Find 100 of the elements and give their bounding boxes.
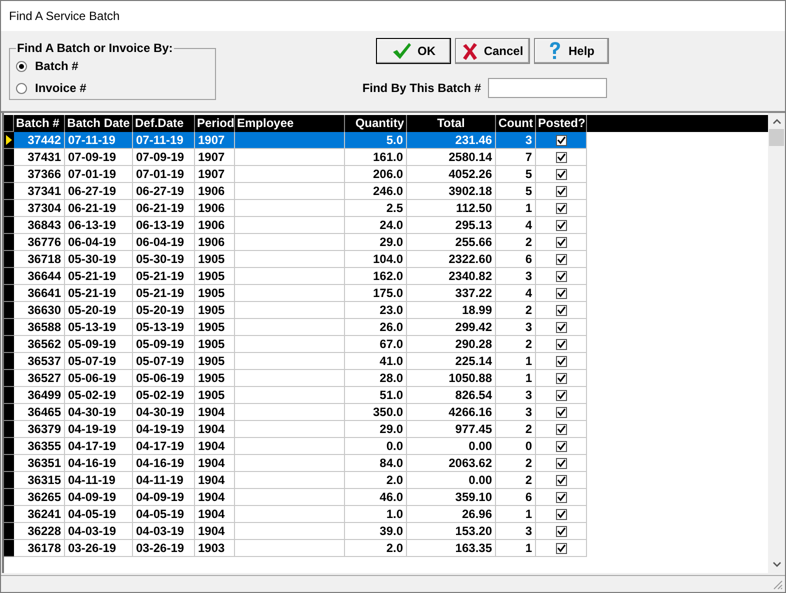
row-selector[interactable] xyxy=(4,353,14,370)
posted-checkbox[interactable] xyxy=(556,322,566,332)
table-cell: 24.0 xyxy=(345,217,407,234)
table-cell: 05-21-19 xyxy=(133,285,195,302)
posted-checkbox[interactable] xyxy=(556,186,566,196)
row-selector[interactable] xyxy=(4,268,14,285)
posted-checkbox[interactable] xyxy=(556,168,566,180)
table-cell: 05-02-19 xyxy=(133,387,195,404)
table-cell: 2.0 xyxy=(345,540,407,557)
posted-checkbox[interactable] xyxy=(556,288,566,298)
row-selector[interactable] xyxy=(4,251,14,268)
cancel-button[interactable]: Cancel xyxy=(455,38,530,64)
radio-option[interactable]: Batch # xyxy=(16,55,209,77)
row-selector[interactable] xyxy=(4,523,14,540)
scroll-down-icon[interactable] xyxy=(772,562,780,567)
row-selector[interactable] xyxy=(4,404,14,421)
table-cell: 2340.82 xyxy=(407,268,496,285)
scrollbar[interactable] xyxy=(768,113,785,573)
table-cell: 1904 xyxy=(195,489,235,506)
row-selector[interactable] xyxy=(4,302,14,319)
posted-checkbox[interactable] xyxy=(556,440,566,452)
row-selector[interactable] xyxy=(4,132,14,149)
row-selector[interactable] xyxy=(4,489,14,506)
row-selector[interactable] xyxy=(4,387,14,404)
row-selector[interactable] xyxy=(4,421,14,438)
row-selector[interactable] xyxy=(4,540,14,557)
radio-option[interactable]: Invoice # xyxy=(16,77,209,99)
radio-button[interactable] xyxy=(16,82,27,94)
row-selector[interactable] xyxy=(4,200,14,217)
row-selector[interactable] xyxy=(4,183,14,200)
ok-button[interactable]: OK xyxy=(376,38,451,64)
posted-checkbox[interactable] xyxy=(556,134,566,146)
row-selector[interactable] xyxy=(4,234,14,251)
radio-button[interactable] xyxy=(16,60,27,72)
posted-checkbox[interactable] xyxy=(556,492,566,502)
row-selector[interactable] xyxy=(4,319,14,336)
row-selector[interactable] xyxy=(4,217,14,234)
table-cell: 2 xyxy=(496,234,536,251)
posted-checkbox[interactable] xyxy=(556,458,566,468)
table-cell: 2580.14 xyxy=(407,149,496,166)
table-cell: 36843 xyxy=(14,217,65,234)
table-cell: 295.13 xyxy=(407,217,496,234)
posted-checkbox[interactable] xyxy=(556,338,566,350)
table-cell: 1905 xyxy=(195,251,235,268)
row-selector[interactable] xyxy=(4,285,14,302)
table-cell: 1 xyxy=(496,200,536,217)
posted-checkbox[interactable] xyxy=(556,304,566,316)
batch-number-field[interactable] xyxy=(488,78,607,98)
posted-checkbox[interactable] xyxy=(556,542,566,554)
table-cell: 1905 xyxy=(195,319,235,336)
posted-checkbox[interactable] xyxy=(556,270,566,282)
posted-checkbox[interactable] xyxy=(556,406,566,418)
row-selector[interactable] xyxy=(4,472,14,489)
table-cell: 1906 xyxy=(195,200,235,217)
table-cell: 28.0 xyxy=(345,370,407,387)
posted-checkbox[interactable] xyxy=(556,254,566,264)
posted-checkbox[interactable] xyxy=(556,390,566,400)
table-cell: 05-13-19 xyxy=(133,319,195,336)
table-cell: 36315 xyxy=(14,472,65,489)
posted-checkbox[interactable] xyxy=(556,356,566,366)
table-cell: 1904 xyxy=(195,472,235,489)
table-cell: 04-16-19 xyxy=(65,455,133,472)
help-button[interactable]: Help xyxy=(534,38,609,64)
table-cell: 37442 xyxy=(14,132,65,149)
table-cell: 51.0 xyxy=(345,387,407,404)
table-cell: 2 xyxy=(496,336,536,353)
row-selector[interactable] xyxy=(4,438,14,455)
table-cell: 0 xyxy=(496,438,536,455)
table-cell: 1904 xyxy=(195,523,235,540)
posted-checkbox[interactable] xyxy=(556,372,566,384)
posted-checkbox[interactable] xyxy=(556,236,566,248)
table-cell: 04-05-19 xyxy=(133,506,195,523)
table-cell: 2 xyxy=(496,302,536,319)
table-cell: 1905 xyxy=(195,336,235,353)
table-cell: 07-01-19 xyxy=(133,166,195,183)
resize-grip-icon[interactable] xyxy=(771,578,783,590)
scroll-up-icon[interactable] xyxy=(772,119,780,124)
row-selector[interactable] xyxy=(4,149,14,166)
row-selector[interactable] xyxy=(4,336,14,353)
table-cell: 2 xyxy=(496,455,536,472)
table-cell: 04-17-19 xyxy=(133,438,195,455)
checkmark-icon xyxy=(392,42,412,60)
table-cell: 1904 xyxy=(195,438,235,455)
posted-checkbox[interactable] xyxy=(556,474,566,486)
row-selector[interactable] xyxy=(4,506,14,523)
posted-checkbox[interactable] xyxy=(556,526,566,536)
row-selector[interactable] xyxy=(4,370,14,387)
posted-checkbox[interactable] xyxy=(556,424,566,434)
scroll-thumb[interactable] xyxy=(769,129,784,146)
table-cell: 163.35 xyxy=(407,540,496,557)
row-selector[interactable] xyxy=(4,455,14,472)
posted-checkbox[interactable] xyxy=(556,508,566,520)
table-cell: 04-30-19 xyxy=(133,404,195,421)
posted-checkbox[interactable] xyxy=(556,202,566,214)
table-cell: 1904 xyxy=(195,455,235,472)
row-selector[interactable] xyxy=(4,166,14,183)
posted-checkbox[interactable] xyxy=(556,220,566,230)
table-cell: 1905 xyxy=(195,387,235,404)
posted-checkbox[interactable] xyxy=(556,152,566,162)
table-cell: 37341 xyxy=(14,183,65,200)
